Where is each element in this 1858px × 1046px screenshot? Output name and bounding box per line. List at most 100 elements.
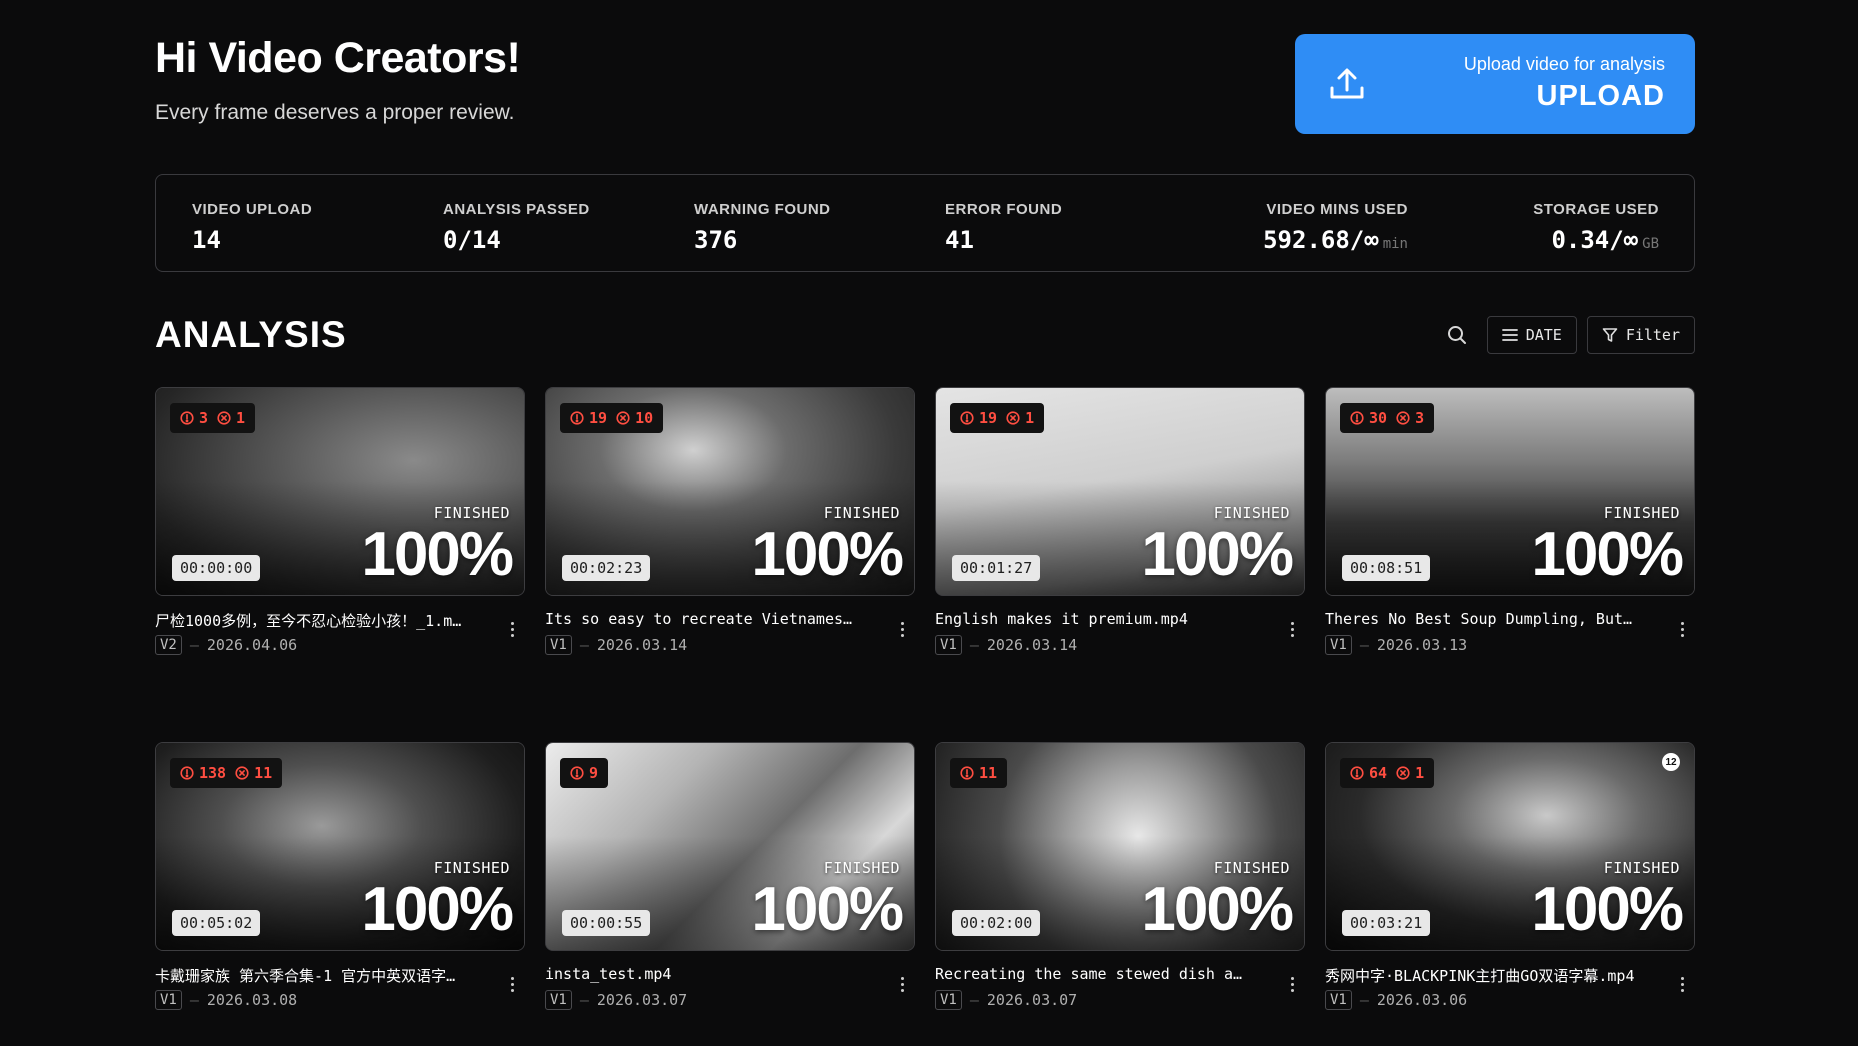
video-meta: Theres No Best Soup Dumpling, But....mp4… [1325,610,1695,662]
more-icon-dot [900,982,904,986]
progress-percent: 100% [1141,520,1294,589]
more-options-button[interactable] [505,616,519,642]
video-thumbnail[interactable]: 138 11 FINISHED 100% 00:05:02 [155,742,525,951]
video-thumbnail[interactable]: 9 FINISHED 100% 00:00:55 [545,742,915,951]
more-icon-dot [1680,627,1684,631]
video-thumbnail[interactable]: 30 3 FINISHED 100% 00:08:51 [1325,387,1695,596]
video-meta: 秀网中字·BLACKPINK主打曲GO双语字幕.mp4 V1 — 2026.03… [1325,965,1695,1017]
warning-count: 64 [1350,764,1387,782]
stat-video-mins: VIDEO MINS USED 592.68/∞ min [1263,201,1408,254]
warning-count-value: 64 [1369,764,1388,782]
video-date: 2026.04.06 [206,636,298,654]
video-thumbnail[interactable]: 19 10 FINISHED 100% 00:02:23 [545,387,915,596]
more-icon-dot [1680,976,1684,980]
stat-label: VIDEO MINS USED [1266,201,1408,218]
error-count-value: 10 [635,409,654,427]
filter-button[interactable]: Filter [1586,316,1695,354]
separator: — [969,991,979,1009]
video-title[interactable]: Its so easy to recreate Vietnamese Pho.m… [545,610,855,628]
filter-icon [1602,328,1618,342]
error-count: 10 [616,409,653,427]
video-title[interactable]: Recreating the same stewed dish at home.… [935,965,1245,983]
page-title: Hi Video Creators! [155,34,521,82]
video-subline: V1 — 2026.03.14 [545,635,687,655]
error-count-value: 1 [1415,764,1425,782]
more-options-button[interactable] [1285,971,1299,997]
duration-badge: 00:00:00 [172,555,261,581]
stat-label: ANALYSIS PASSED [443,201,590,218]
video-thumbnail[interactable]: 19 1 FINISHED 100% 00:01:27 [935,387,1305,596]
error-icon [1396,411,1410,425]
error-count: 1 [217,409,245,427]
duration-badge: 00:02:23 [562,555,651,581]
error-icon [1396,766,1410,780]
more-options-button[interactable] [1285,616,1299,642]
video-title[interactable]: 秀网中字·BLACKPINK主打曲GO双语字幕.mp4 [1325,965,1635,986]
corner-badge: 12 [1662,753,1680,771]
duration-badge: 00:05:02 [172,910,261,936]
more-options-button[interactable] [1675,971,1689,997]
stat-value-wrap: 592.68/∞ min [1263,226,1408,254]
video-card: 11 FINISHED 100% 00:02:00 Recreating the… [935,742,1305,1017]
video-meta: Its so easy to recreate Vietnamese Pho.m… [545,610,915,662]
stat-value: 0/14 [443,226,501,254]
version-badge: V1 [935,990,962,1010]
video-date: 2026.03.07 [596,991,688,1009]
upload-caption: Upload video for analysis [1463,54,1665,74]
more-icon-dot [1680,633,1684,637]
stat-value: 14 [192,226,221,254]
more-icon-dot [900,976,904,980]
video-title[interactable]: Theres No Best Soup Dumpling, But....mp4 [1325,610,1635,628]
issue-badges: 19 1 [950,403,1045,433]
issue-badges: 30 3 [1340,403,1435,433]
more-options-button[interactable] [895,616,909,642]
upload-button[interactable]: Upload video for analysis UPLOAD [1295,34,1695,134]
separator: — [579,991,589,1009]
warning-icon [570,411,584,425]
warning-count-value: 138 [199,764,227,782]
video-date: 2026.03.14 [986,636,1078,654]
more-options-button[interactable] [895,971,909,997]
more-options-button[interactable] [1675,616,1689,642]
video-card: 30 3 FINISHED 100% 00:08:51 Theres No Be… [1325,387,1695,662]
video-title[interactable]: insta_test.mp4 [545,965,855,983]
duration-badge: 00:00:55 [562,910,651,936]
more-icon-dot [900,633,904,637]
error-count: 11 [235,764,272,782]
stat-label: STORAGE USED [1533,201,1659,218]
video-title[interactable]: 尸检1000多例，至今不忍心检验小孩！_1.mp4 [155,610,465,631]
video-thumbnail[interactable]: 11 FINISHED 100% 00:02:00 [935,742,1305,951]
more-icon-dot [1290,633,1294,637]
progress-percent: 100% [1531,520,1684,589]
warning-count-value: 19 [589,409,608,427]
sort-date-button[interactable]: DATE [1486,316,1577,354]
version-badge: V1 [155,990,182,1010]
separator: — [969,636,979,654]
warning-count: 11 [960,764,997,782]
progress-percent: 100% [751,875,904,944]
video-date: 2026.03.14 [596,636,688,654]
video-title[interactable]: 卡戴珊家族 第六季合集-1 官方中英双语字幕.mp4 [155,965,465,986]
search-button[interactable] [1437,316,1477,354]
issue-badges: 9 [560,758,609,788]
warning-count: 9 [570,764,598,782]
warning-count: 19 [960,409,997,427]
video-title[interactable]: English makes it premium.mp4 [935,610,1245,628]
duration-badge: 00:08:51 [1342,555,1431,581]
stat-label: VIDEO UPLOAD [192,201,313,218]
error-icon [235,766,249,780]
warning-count-value: 19 [979,409,998,427]
error-count-value: 11 [254,764,273,782]
video-thumbnail[interactable]: 3 1 FINISHED 100% 00:00:00 [155,387,525,596]
video-date: 2026.03.07 [986,991,1078,1009]
duration-badge: 00:02:00 [952,910,1041,936]
warning-count: 138 [180,764,226,782]
issue-badges: 138 11 [170,758,283,788]
video-subline: V1 — 2026.03.14 [935,635,1077,655]
error-count-value: 1 [1025,409,1035,427]
more-options-button[interactable] [505,971,519,997]
video-thumbnail[interactable]: 64 1 12 FINISHED 100% 00:03:21 [1325,742,1695,951]
stat-video-upload: VIDEO UPLOAD 14 [192,201,312,254]
progress-percent: 100% [751,520,904,589]
stat-value: 376 [694,226,738,254]
